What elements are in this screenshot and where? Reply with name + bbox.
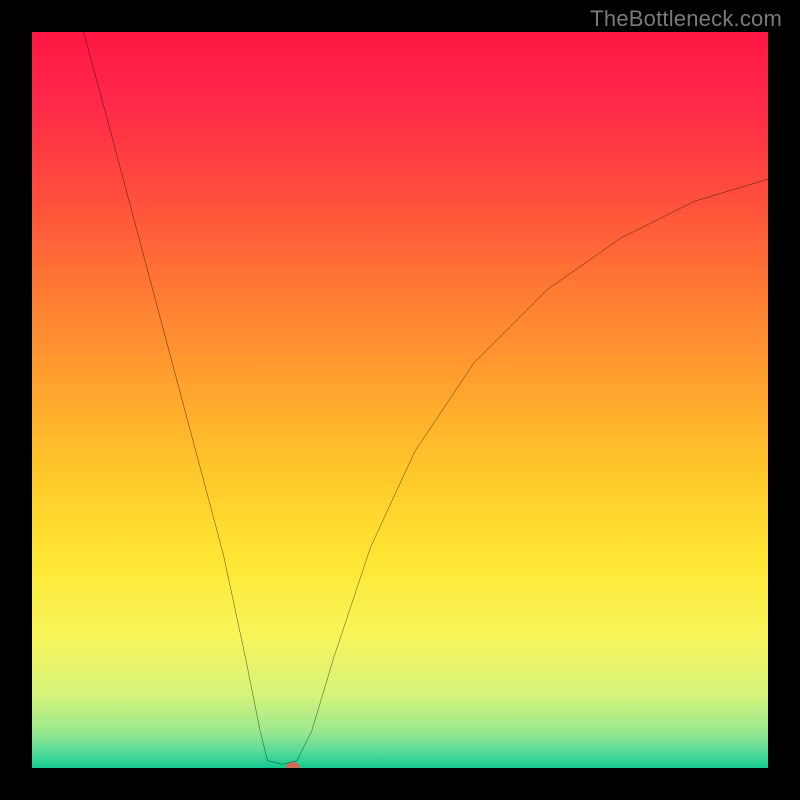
bottleneck-curve (32, 32, 768, 768)
optimal-point-marker (286, 762, 300, 768)
chart-frame: TheBottleneck.com (0, 0, 800, 800)
watermark-text: TheBottleneck.com (590, 6, 782, 32)
plot-area (32, 32, 768, 768)
